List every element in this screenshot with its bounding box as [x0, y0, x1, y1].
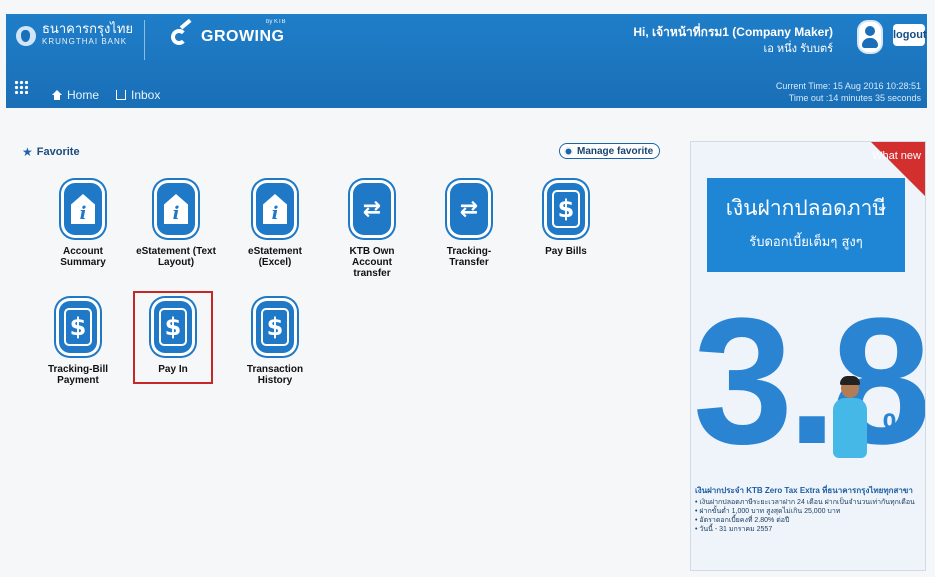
promo-bullet: • เงินฝากปลอดภาษีระยะเวลาฝาก 24 เดือน ฝา… [695, 499, 915, 506]
nav-bar: Home Inbox Current Time: 15 Aug 2016 10:… [6, 70, 927, 108]
gear-icon [564, 146, 573, 156]
promo-rate: 3.8 [693, 281, 926, 482]
promo-bullet: • วันนี้ - 31 มกราคม 2557 [695, 526, 773, 533]
tile-label: Tracking- Transfer [446, 246, 492, 268]
manage-favorite-button[interactable]: Manage favorite [559, 143, 661, 159]
product-name: GROWING [201, 28, 285, 45]
tile-transaction-history[interactable]: $ Transaction History [235, 298, 315, 386]
promo-banner[interactable]: What new เงินฝากปลอดภาษี รับดอกเบี้ยเต็ม… [690, 141, 926, 571]
favorite-title: Favorite [36, 146, 80, 158]
user-info: Hi, เจ้าหน้าที่กรม1 (Company Maker) เอ ห… [633, 24, 833, 58]
tile-label: Tracking-Bill Payment [47, 364, 108, 386]
current-time: Current Time: 15 Aug 2016 10:28:51 [775, 81, 921, 91]
nav-inbox-label: Inbox [131, 88, 161, 102]
app-menu-icon[interactable] [14, 80, 28, 94]
logout-button[interactable]: logout [893, 24, 927, 46]
dollar-icon: $ [544, 180, 588, 238]
growing-logo[interactable]: GROWING [171, 26, 285, 48]
nav-home[interactable]: Home [52, 88, 99, 102]
tile-ktb-own-transfer[interactable]: ⇄ KTB Own Account transfer [332, 180, 412, 279]
session-timeout: Time out :14 minutes 35 seconds [788, 93, 921, 103]
tile-tracking-transfer[interactable]: ⇄ Tracking- Transfer [429, 180, 509, 268]
growing-logo-icon [171, 26, 195, 48]
bank-name-en: KRUNGTHAI BANK [42, 37, 128, 46]
ktb-logo-icon [16, 26, 36, 46]
avatar[interactable] [857, 20, 883, 54]
nav-inbox[interactable]: Inbox [116, 88, 160, 102]
manage-favorite-label: Manage favorite [577, 145, 654, 157]
home-icon [52, 90, 62, 100]
favorite-heading: ★ Favorite [22, 145, 80, 159]
tile-label: Transaction History [246, 364, 304, 386]
promo-headline-box: เงินฝากปลอดภาษี รับดอกเบี้ยเต็มๆ สูงๆ [707, 178, 905, 272]
promo-headline: เงินฝากปลอดภาษี [725, 196, 887, 220]
bank-logo[interactable]: ธนาคารกรุงไทย KRUNGTHAI BANK [16, 22, 134, 48]
dollar-icon: $ [253, 298, 297, 356]
nav-home-label: Home [67, 88, 100, 102]
account-summary-icon [61, 180, 105, 238]
tile-account-summary[interactable]: Account Summary [43, 180, 123, 268]
estatement-excel-icon [253, 180, 297, 238]
promo-details: เงินฝากประจำ KTB Zero Tax Extra ที่ธนาคา… [695, 486, 921, 534]
user-name: เอ หนึ่ง รับบตร์ [763, 43, 833, 55]
promo-percent: % [882, 407, 913, 445]
product-by: by KTB [266, 19, 286, 25]
tile-label: eStatement (Text Layout) [136, 246, 216, 268]
transfer-icon: ⇄ [350, 180, 394, 238]
promo-bullet: • อัตราดอกเบี้ยคงที่ 2.80% ต่อปี [695, 517, 790, 524]
tile-label: Pay Bills [545, 246, 587, 257]
tracking-transfer-icon: ⇄ [447, 180, 491, 238]
tile-pay-bills[interactable]: $ Pay Bills [526, 180, 606, 257]
bank-name-th: ธนาคารกรุงไทย [42, 22, 134, 37]
greeting-text: Hi, เจ้าหน้าที่กรม1 (Company Maker) [633, 25, 833, 39]
tile-tracking-bill-payment[interactable]: $ Tracking-Bill Payment [38, 298, 118, 386]
tile-estatement-text[interactable]: eStatement (Text Layout) [136, 180, 216, 268]
tile-estatement-excel[interactable]: eStatement (Excel) [235, 180, 315, 268]
pay-in-highlight [133, 291, 213, 384]
inbox-icon [116, 90, 126, 100]
promo-person-image [831, 376, 871, 468]
promo-corner-label: What new [872, 150, 921, 162]
top-header: ธนาคารกรุงไทย KRUNGTHAI BANK GROWING by … [6, 14, 927, 108]
star-icon: ★ [22, 145, 33, 159]
tile-label: eStatement (Excel) [248, 246, 302, 268]
session-info: Current Time: 15 Aug 2016 10:28:51 Time … [776, 80, 921, 104]
dollar-icon: $ [56, 298, 100, 356]
promo-subheadline: รับดอกเบี้ยเต็มๆ สูงๆ [749, 235, 863, 250]
promo-product-line: เงินฝากประจำ KTB Zero Tax Extra ที่ธนาคา… [695, 486, 913, 495]
header-divider [144, 20, 145, 60]
estatement-text-icon [154, 180, 198, 238]
tile-label: KTB Own Account transfer [349, 246, 395, 279]
tile-label: Account Summary [60, 246, 106, 268]
promo-bullet: • ฝากขั้นต่ำ 1,000 บาท สูงสุดไม่เกิน 25,… [695, 508, 841, 515]
